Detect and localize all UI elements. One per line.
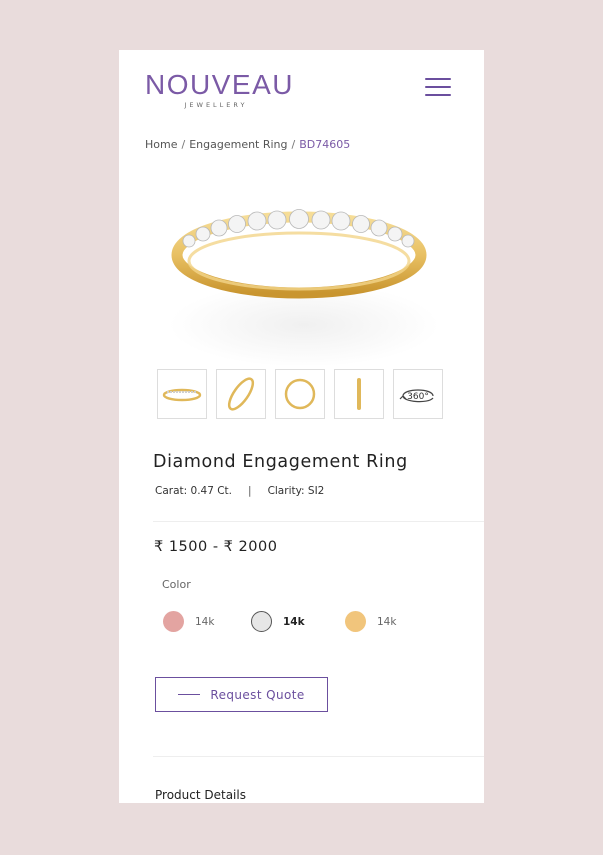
- product-specs: Carat: 0.47 Ct. | Clarity: SI2: [155, 485, 324, 497]
- brand-name: NOUVEAU: [145, 69, 294, 100]
- thumbnail-strip: 360°: [157, 369, 443, 419]
- color-option-label: 14k: [377, 615, 397, 628]
- clarity-value: Clarity: SI2: [267, 485, 325, 497]
- color-option-label: 14k: [195, 615, 215, 628]
- thumbnail-top-view[interactable]: [275, 369, 325, 419]
- hamburger-menu-icon[interactable]: [425, 78, 451, 100]
- color-options: 14k 14k 14k: [163, 611, 396, 632]
- color-option-white[interactable]: 14k: [251, 611, 345, 632]
- price-range: ₹ 1500 - ₹ 2000: [154, 539, 278, 555]
- breadcrumb-separator: /: [181, 138, 186, 151]
- color-label: Color: [162, 578, 191, 591]
- carat-value: Carat: 0.47 Ct.: [155, 485, 233, 497]
- breadcrumb-home[interactable]: Home: [145, 138, 177, 151]
- breadcrumb: Home / Engagement Ring / BD74605: [145, 138, 350, 151]
- 360-icon: 360°: [407, 392, 429, 402]
- thumbnail-360-view[interactable]: 360°: [393, 369, 443, 419]
- yellow-gold-swatch[interactable]: [345, 611, 366, 632]
- thumbnail-side-view[interactable]: [334, 369, 384, 419]
- rose-gold-swatch[interactable]: [163, 611, 184, 632]
- breadcrumb-category[interactable]: Engagement Ring: [189, 138, 287, 151]
- color-option-rose[interactable]: 14k: [163, 611, 251, 632]
- spec-divider: |: [248, 485, 252, 497]
- color-option-label: 14k: [283, 615, 305, 628]
- mobile-page: NOUVEAU JEWELLERY Home / Engagement Ring / B…: [119, 50, 484, 803]
- divider: [153, 521, 484, 522]
- divider: [153, 756, 484, 757]
- product-title: Diamond Engagement Ring: [153, 452, 408, 472]
- request-quote-button[interactable]: Request Quote: [155, 677, 328, 712]
- white-gold-swatch[interactable]: [251, 611, 272, 632]
- brand-logo[interactable]: NOUVEAU JEWELLERY: [145, 69, 294, 110]
- button-line-decoration: [178, 694, 201, 695]
- breadcrumb-separator: /: [291, 138, 296, 151]
- product-details-heading[interactable]: Product Details: [155, 788, 246, 802]
- brand-tagline: JEWELLERY: [184, 101, 248, 109]
- thumbnail-front-view[interactable]: [157, 369, 207, 419]
- thumbnail-angled-view[interactable]: [216, 369, 266, 419]
- product-image[interactable]: [159, 175, 449, 367]
- request-quote-label: Request Quote: [210, 687, 305, 702]
- color-option-yellow[interactable]: 14k: [345, 611, 396, 632]
- breadcrumb-current: BD74605: [299, 138, 351, 151]
